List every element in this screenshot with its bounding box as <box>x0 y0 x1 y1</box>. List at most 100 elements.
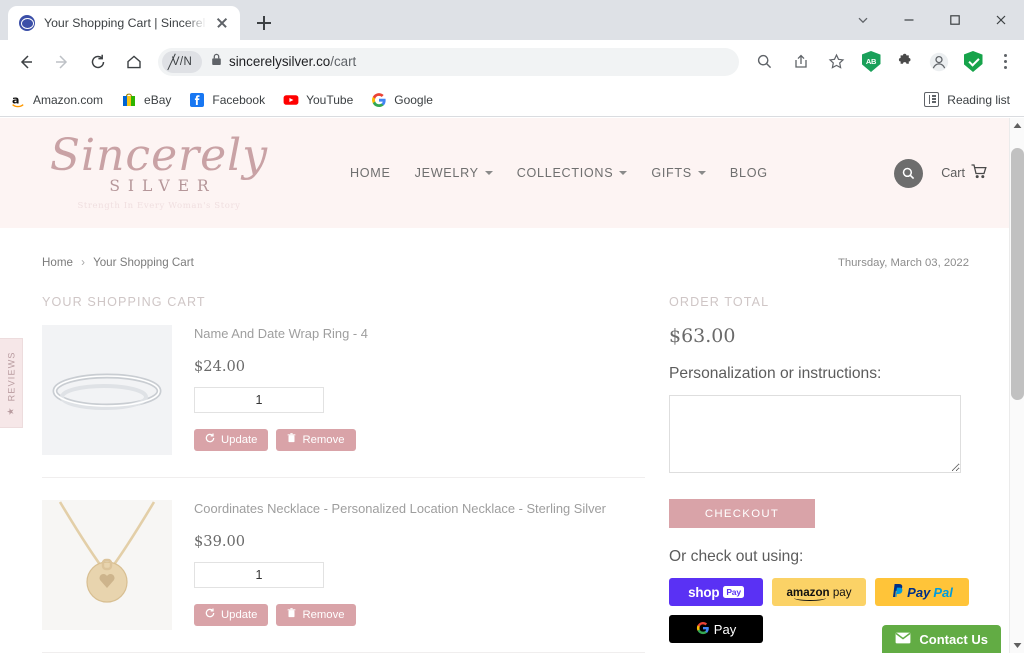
facebook-icon <box>189 92 205 108</box>
shop-pay-chip: Pay <box>723 586 744 598</box>
reading-list-button[interactable]: Reading list <box>924 92 1014 107</box>
star-icon[interactable] <box>821 47 851 77</box>
paypal-button[interactable]: Pay Pal <box>875 578 969 606</box>
browser-tab[interactable]: Your Shopping Cart | Sincerely S <box>8 6 240 40</box>
cart-item-actions: Update Remove <box>194 603 645 626</box>
nav-item-jewelry[interactable]: JEWELRY <box>415 166 493 180</box>
google-icon <box>371 92 387 108</box>
three-dot-menu-icon[interactable] <box>994 50 1016 74</box>
address-bar[interactable]: V/N sincerelysilver.co/cart <box>158 47 739 76</box>
nav-item-gifts[interactable]: GIFTS <box>651 166 706 180</box>
cart-label: Cart <box>941 166 965 180</box>
tab-strip: Your Shopping Cart | Sincerely S <box>0 0 1024 40</box>
bookmark-facebook[interactable]: Facebook <box>189 92 265 108</box>
maximize-icon[interactable] <box>932 0 978 40</box>
amazon-icon: a <box>10 92 26 108</box>
bookmark-label: YouTube <box>306 92 354 107</box>
trash-icon <box>287 608 296 621</box>
bookmark-label: Amazon.com <box>33 92 104 107</box>
new-tab-icon[interactable] <box>250 9 278 37</box>
google-pay-text: Pay <box>713 621 737 637</box>
breadcrumb: Home › Your Shopping Cart <box>42 256 194 269</box>
product-name[interactable]: Coordinates Necklace - Personalized Loca… <box>194 500 645 519</box>
update-button[interactable]: Update <box>194 428 269 451</box>
breadcrumb-row: Home › Your Shopping Cart Thursday, Marc… <box>42 256 969 269</box>
refresh-icon <box>205 433 215 446</box>
green-check-shield-icon[interactable] <box>962 51 984 73</box>
product-name[interactable]: Name And Date Wrap Ring - 4 <box>194 325 645 344</box>
cart-link[interactable]: Cart <box>941 164 987 182</box>
tab-title: Your Shopping Cart | Sincerely S <box>44 16 208 30</box>
cart-item-details: Name And Date Wrap Ring - 4 $24.00 Updat… <box>194 325 645 455</box>
nav-label: COLLECTIONS <box>516 166 614 180</box>
share-icon[interactable] <box>785 47 815 77</box>
update-label: Update <box>221 608 258 621</box>
nav-item-home[interactable]: HOME <box>350 166 391 180</box>
bookmark-google[interactable]: Google <box>371 92 433 108</box>
shop-pay-button[interactable]: shop Pay <box>669 578 763 606</box>
back-arrow-icon[interactable] <box>11 47 41 77</box>
minimize-icon[interactable] <box>886 0 932 40</box>
adblock-extension-icon[interactable]: AB <box>860 51 882 73</box>
product-price: $39.00 <box>194 532 246 550</box>
close-icon[interactable] <box>978 0 1024 40</box>
chevron-down-icon <box>619 171 628 175</box>
vpn-chip[interactable]: V/N <box>162 50 202 73</box>
bookmark-youtube[interactable]: YouTube <box>283 92 353 108</box>
google-pay-button[interactable]: Pay <box>669 615 763 643</box>
quantity-input[interactable] <box>194 386 324 413</box>
remove-button[interactable]: Remove <box>276 428 356 451</box>
bookmarks-bar: a Amazon.com eBay Facebook YouTube Googl… <box>0 83 1024 117</box>
remove-button[interactable]: Remove <box>276 603 356 626</box>
home-icon[interactable] <box>119 47 149 77</box>
personalization-textarea[interactable] <box>669 395 961 473</box>
lock-icon <box>211 53 222 71</box>
nav-item-collections[interactable]: COLLECTIONS <box>517 166 628 180</box>
reviews-tab[interactable]: ★ REVIEWS <box>0 338 23 428</box>
nav-label: BLOG <box>729 166 768 180</box>
google-icon <box>696 621 710 638</box>
amazon-pay-button[interactable]: amazon pay <box>772 578 866 606</box>
chevron-down-icon[interactable] <box>840 0 886 40</box>
chevron-down-icon <box>697 171 706 175</box>
product-price: $24.00 <box>194 357 246 375</box>
reload-icon[interactable] <box>83 47 113 77</box>
checkout-button[interactable]: CHECKOUT <box>669 499 815 528</box>
amazon-pay-chip: pay <box>832 585 852 599</box>
page-scrollbar[interactable] <box>1009 118 1024 653</box>
cart-item-details: Coordinates Necklace - Personalized Loca… <box>194 500 645 630</box>
reading-list-label: Reading list <box>947 92 1010 107</box>
site-logo[interactable]: Sincerely SILVER Strength In Every Woman… <box>0 133 300 211</box>
browser-toolbar: V/N sincerelysilver.co/cart AB <box>0 40 1024 83</box>
search-icon[interactable] <box>894 158 924 188</box>
forward-arrow-icon[interactable] <box>47 47 77 77</box>
close-icon[interactable] <box>212 13 232 33</box>
page-viewport: Sincerely SILVER Strength In Every Woman… <box>0 118 1009 653</box>
update-button[interactable]: Update <box>194 603 269 626</box>
profile-avatar-icon[interactable] <box>928 51 950 73</box>
bookmark-amazon[interactable]: a Amazon.com <box>10 92 103 108</box>
cart-item-row: Coordinates Necklace - Personalized Loca… <box>42 500 645 653</box>
bookmark-label: eBay <box>144 92 172 107</box>
contact-us-button[interactable]: Contact Us <box>882 625 1001 653</box>
search-icon[interactable] <box>749 47 779 77</box>
puzzle-icon[interactable] <box>894 51 916 73</box>
contact-us-label: Contact Us <box>919 631 988 647</box>
product-thumbnail-necklace[interactable] <box>42 500 172 630</box>
order-total-amount: $63.00 <box>669 325 736 347</box>
quantity-input[interactable] <box>194 561 324 588</box>
product-thumbnail-ring[interactable] <box>42 325 172 455</box>
cart-heading: YOUR SHOPPING CART <box>42 295 206 309</box>
bookmark-ebay[interactable]: eBay <box>121 92 171 108</box>
chevron-down-icon <box>484 171 493 175</box>
nav-item-blog[interactable]: BLOG <box>730 166 768 180</box>
remove-label: Remove <box>302 608 345 621</box>
breadcrumb-home[interactable]: Home <box>42 256 73 269</box>
browser-chrome: Your Shopping Cart | Sincerely S V/N sin… <box>0 0 1024 117</box>
scroll-down-arrow[interactable] <box>1010 638 1024 653</box>
trash-icon <box>287 433 296 446</box>
url-domain: sincerelysilver.co <box>229 54 331 69</box>
scroll-up-arrow[interactable] <box>1010 118 1024 133</box>
scrollbar-thumb[interactable] <box>1011 148 1024 400</box>
cart-item-actions: Update Remove <box>194 428 645 451</box>
